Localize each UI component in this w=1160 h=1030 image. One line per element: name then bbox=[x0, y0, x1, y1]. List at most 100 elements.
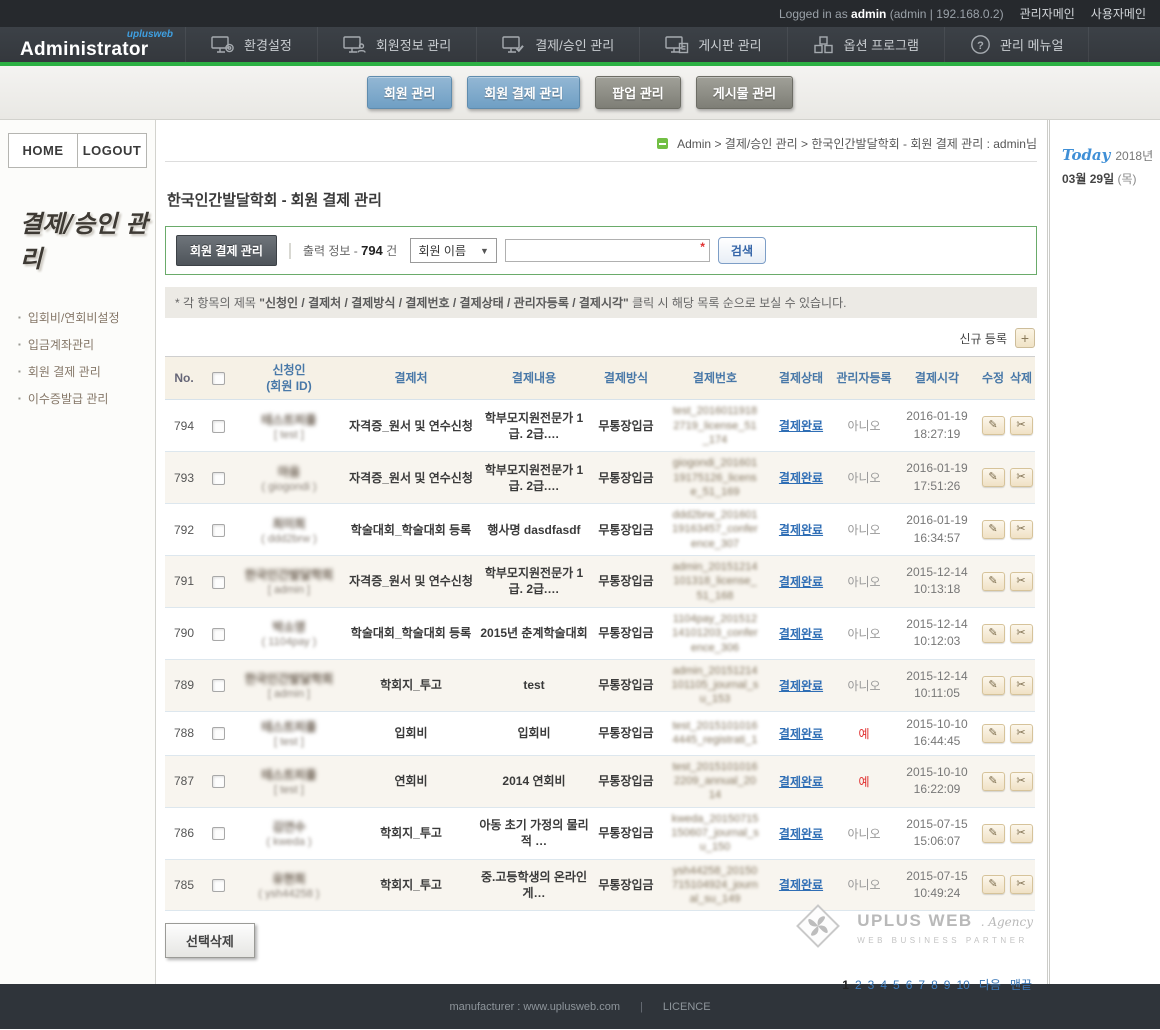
row-checkbox[interactable] bbox=[212, 472, 225, 485]
col-number[interactable]: 결제번호 bbox=[661, 357, 769, 400]
cell-applicant[interactable]: 박소영( 1104pay ) bbox=[233, 607, 345, 659]
subnav-button-2[interactable]: 팝업 관리 bbox=[595, 76, 680, 109]
page-link-7[interactable]: 7 bbox=[918, 978, 925, 992]
delete-button[interactable]: ✂ bbox=[1010, 520, 1033, 539]
cell-number: admin_20151214101318_license_51_168 bbox=[661, 556, 769, 608]
subnav-button-3[interactable]: 게시물 관리 bbox=[696, 76, 793, 109]
status-link[interactable]: 결제완료 bbox=[779, 827, 823, 841]
select-all-checkbox[interactable] bbox=[212, 372, 225, 385]
sidebar-item-0[interactable]: ▪입회비/연회비설정 bbox=[18, 304, 155, 331]
edit-button[interactable]: ✎ bbox=[982, 724, 1005, 743]
delete-button[interactable]: ✂ bbox=[1010, 624, 1033, 643]
cell-applicant[interactable]: 테스트피플[ test ] bbox=[233, 755, 345, 807]
status-link[interactable]: 결제완료 bbox=[779, 523, 823, 537]
nav-item-2[interactable]: 결제/승인 관리 bbox=[476, 27, 639, 62]
status-link[interactable]: 결제완료 bbox=[779, 627, 823, 641]
delete-button[interactable]: ✂ bbox=[1010, 572, 1033, 591]
cell-applicant[interactable]: 유현희( ysh44258 ) bbox=[233, 859, 345, 911]
status-link[interactable]: 결제완료 bbox=[779, 679, 823, 693]
cell-applicant[interactable]: 김연수( kweda ) bbox=[233, 807, 345, 859]
status-link[interactable]: 결제완료 bbox=[779, 471, 823, 485]
col-time[interactable]: 결제시각 bbox=[895, 357, 979, 400]
page-link-9[interactable]: 9 bbox=[944, 978, 951, 992]
cell-applicant[interactable]: 한국인간발달학회[ admin ] bbox=[233, 556, 345, 608]
nav-item-5[interactable]: ?관리 메뉴얼 bbox=[944, 27, 1089, 62]
edit-button[interactable]: ✎ bbox=[982, 520, 1005, 539]
admin-reg-value: 아니오 bbox=[847, 627, 880, 641]
brand-logo[interactable]: uplusweb Administrator bbox=[0, 27, 185, 62]
cell-applicant[interactable]: 테스트피플[ test ] bbox=[233, 711, 345, 755]
row-checkbox[interactable] bbox=[212, 879, 225, 892]
col-method[interactable]: 결제방식 bbox=[591, 357, 661, 400]
cell-applicant[interactable]: 테스트피플[ test ] bbox=[233, 400, 345, 452]
col-applicant[interactable]: 신청인 (회원 ID) bbox=[233, 357, 345, 400]
edit-button[interactable]: ✎ bbox=[982, 572, 1005, 591]
row-checkbox[interactable] bbox=[212, 775, 225, 788]
nav-item-4[interactable]: 옵션 프로그램 bbox=[787, 27, 944, 62]
sidebar-item-2[interactable]: ▪회원 결제 관리 bbox=[18, 358, 155, 385]
search-button[interactable]: 검색 bbox=[718, 237, 766, 264]
sidebar-item-1[interactable]: ▪입금계좌관리 bbox=[18, 331, 155, 358]
edit-button[interactable]: ✎ bbox=[982, 772, 1005, 791]
edit-button[interactable]: ✎ bbox=[982, 468, 1005, 487]
search-input[interactable] bbox=[505, 239, 710, 262]
search-field-select[interactable]: 회원 이름 ▼ bbox=[410, 238, 496, 263]
subnav-button-0[interactable]: 회원 관리 bbox=[367, 76, 452, 109]
row-checkbox[interactable] bbox=[212, 420, 225, 433]
delete-button[interactable]: ✂ bbox=[1010, 875, 1033, 894]
row-checkbox[interactable] bbox=[212, 679, 225, 692]
delete-button[interactable]: ✂ bbox=[1010, 772, 1033, 791]
user-main-link[interactable]: 사용자메인 bbox=[1091, 5, 1146, 22]
status-link[interactable]: 결제완료 bbox=[779, 878, 823, 892]
page-link-3[interactable]: 3 bbox=[868, 978, 875, 992]
admin-main-link[interactable]: 관리자메인 bbox=[1020, 5, 1075, 22]
nav-item-3[interactable]: 게시판 관리 bbox=[639, 27, 786, 62]
page-link-5[interactable]: 5 bbox=[893, 978, 900, 992]
next-page-link[interactable]: 다음 bbox=[979, 978, 1001, 992]
nav-item-1[interactable]: 회원정보 관리 bbox=[317, 27, 476, 62]
row-checkbox[interactable] bbox=[212, 628, 225, 641]
delete-button[interactable]: ✂ bbox=[1010, 724, 1033, 743]
delete-button[interactable]: ✂ bbox=[1010, 468, 1033, 487]
page-link-4[interactable]: 4 bbox=[880, 978, 887, 992]
status-link[interactable]: 결제완료 bbox=[779, 575, 823, 589]
member-payment-tab-button[interactable]: 회원 결제 관리 bbox=[176, 235, 277, 266]
home-button[interactable]: HOME bbox=[9, 134, 77, 167]
applicant-name: 김연수 bbox=[235, 818, 343, 835]
col-payee[interactable]: 결제처 bbox=[345, 357, 477, 400]
new-register-label[interactable]: 신규 등록 bbox=[960, 330, 1008, 347]
status-link[interactable]: 결제완료 bbox=[779, 419, 823, 433]
edit-button[interactable]: ✎ bbox=[982, 824, 1005, 843]
edit-button[interactable]: ✎ bbox=[982, 624, 1005, 643]
add-button[interactable]: + bbox=[1015, 328, 1035, 348]
nav-item-0[interactable]: 환경설정 bbox=[185, 27, 317, 62]
delete-button[interactable]: ✂ bbox=[1010, 824, 1033, 843]
page-link-10[interactable]: 10 bbox=[956, 978, 969, 992]
delete-button[interactable]: ✂ bbox=[1010, 676, 1033, 695]
delete-selected-button[interactable]: 선택삭제 bbox=[165, 923, 255, 958]
cell-applicant[interactable]: 마음( giogondi ) bbox=[233, 452, 345, 504]
licence-link[interactable]: LICENCE bbox=[663, 1001, 711, 1013]
sidebar-item-3[interactable]: ▪이수증발급 관리 bbox=[18, 385, 155, 412]
cell-admin-reg: 예 bbox=[833, 711, 895, 755]
page-link-8[interactable]: 8 bbox=[931, 978, 938, 992]
page-link-6[interactable]: 6 bbox=[906, 978, 913, 992]
edit-button[interactable]: ✎ bbox=[982, 416, 1005, 435]
page-link-2[interactable]: 2 bbox=[855, 978, 862, 992]
col-status[interactable]: 결제상태 bbox=[769, 357, 833, 400]
last-page-link[interactable]: 맨끝 bbox=[1010, 978, 1032, 992]
row-checkbox[interactable] bbox=[212, 727, 225, 740]
edit-button[interactable]: ✎ bbox=[982, 676, 1005, 695]
col-admin-reg[interactable]: 관리자등록 bbox=[833, 357, 895, 400]
delete-button[interactable]: ✂ bbox=[1010, 416, 1033, 435]
cell-applicant[interactable]: 한국인간발달학회[ admin ] bbox=[233, 659, 345, 711]
status-link[interactable]: 결제완료 bbox=[779, 775, 823, 789]
edit-button[interactable]: ✎ bbox=[982, 875, 1005, 894]
logout-button[interactable]: LOGOUT bbox=[77, 134, 146, 167]
subnav-button-1[interactable]: 회원 결제 관리 bbox=[467, 76, 580, 109]
status-link[interactable]: 결제완료 bbox=[779, 727, 823, 741]
cell-applicant[interactable]: 최미희( ddd2brw ) bbox=[233, 504, 345, 556]
row-checkbox[interactable] bbox=[212, 827, 225, 840]
row-checkbox[interactable] bbox=[212, 524, 225, 537]
row-checkbox[interactable] bbox=[212, 576, 225, 589]
